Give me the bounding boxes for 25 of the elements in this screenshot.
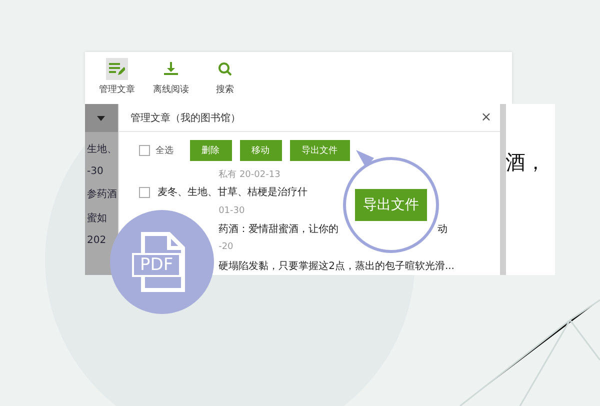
checkbox[interactable] <box>138 186 150 198</box>
article-date: 私有 20-02-13 <box>218 168 280 181</box>
list-text: 蜜如 <box>86 212 108 225</box>
select-all-checkbox[interactable]: 全选 <box>138 144 174 158</box>
article-title[interactable]: 麦冬、生地、甘草、桔梗是治疗什 <box>158 185 308 200</box>
list-text: 参药酒 <box>86 188 118 201</box>
list-edit-icon <box>109 62 125 76</box>
list-text: 生地、 <box>86 142 118 156</box>
caret-icon <box>97 116 106 120</box>
article-title[interactable]: 动 <box>438 222 448 236</box>
background-text: 酒， <box>506 150 546 174</box>
article-date: 01-30 <box>218 206 245 216</box>
toolbar-button[interactable]: 离线阅读 <box>147 58 195 104</box>
close-button[interactable]: × <box>480 110 492 126</box>
search-icon <box>218 62 232 76</box>
toolbar-button[interactable]: 管理文章 <box>93 58 141 104</box>
list-text: -30 <box>86 166 104 177</box>
dialog-title: 管理文章（我的图书馆） <box>130 112 241 125</box>
article-title[interactable]: 硬塌陷发黏，只要掌握这2点，蒸出的包子暄软光滑... <box>218 258 454 273</box>
article-title[interactable]: 药酒：爱情甜蜜酒，让你的 <box>218 222 339 236</box>
article-date: -20 <box>218 242 234 252</box>
list-text: 202 <box>86 235 108 246</box>
pdf-label: PDF <box>132 253 182 277</box>
download-icon <box>164 62 178 76</box>
toolbar-button[interactable]: 搜索 <box>201 58 249 104</box>
